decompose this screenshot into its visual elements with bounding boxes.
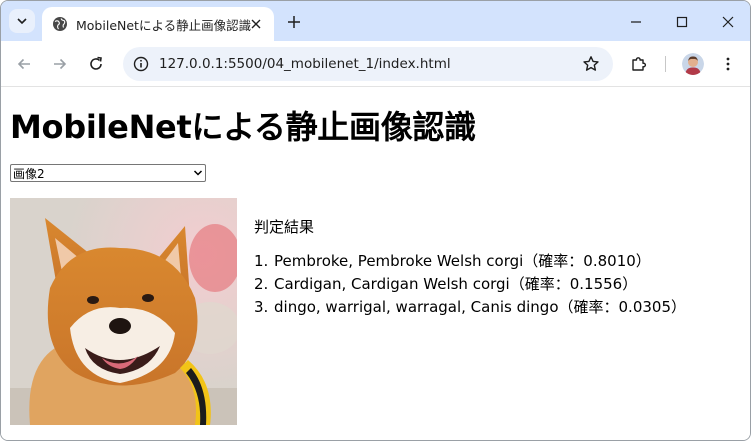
forward-button[interactable]	[48, 52, 72, 76]
back-button[interactable]	[12, 52, 36, 76]
more-vert-icon	[726, 57, 730, 71]
close-icon	[251, 19, 261, 29]
profile-picture	[682, 53, 704, 75]
page-title: MobileNetによる静止画像認識	[10, 108, 476, 146]
avatar[interactable]	[682, 53, 704, 75]
chevron-down-icon	[17, 18, 27, 25]
list-item-text: Pembroke, Pembroke Welsh corgi（確率：0.8010…	[274, 252, 651, 270]
image-select[interactable]: 画像2	[10, 164, 206, 182]
list-item: 2. Cardigan, Cardigan Welsh corgi（確率：0.15…	[254, 273, 734, 296]
new-tab-button[interactable]	[283, 11, 305, 33]
tab-close-button[interactable]	[248, 16, 264, 32]
results-panel: 判定結果 1. Pembroke, Pembroke Welsh corgi（確率…	[254, 216, 734, 319]
toolbar-separator	[665, 56, 666, 72]
tab-active[interactable]: MobileNetによる静止画像認識	[42, 7, 274, 41]
maximize-icon	[676, 16, 688, 28]
list-item-text: Cardigan, Cardigan Welsh corgi（確率：0.1556…	[274, 275, 638, 293]
results-list: 1. Pembroke, Pembroke Welsh corgi（確率：0.80…	[254, 250, 734, 319]
reload-icon	[90, 56, 102, 70]
tab-title: MobileNetによる静止画像認識	[76, 17, 252, 33]
browser-toolbar: 127.0.0.1:5500/04_mobilenet_1/index.html	[1, 41, 750, 87]
list-item-index: 2.	[254, 275, 269, 293]
plus-icon	[288, 16, 300, 28]
list-item: 1. Pembroke, Pembroke Welsh corgi（確率：0.80…	[254, 250, 734, 273]
list-item-index: 1.	[254, 252, 269, 270]
results-heading: 判定結果	[254, 218, 315, 236]
site-info-icon	[133, 56, 149, 72]
bookmark-button[interactable]	[581, 54, 601, 74]
tab-strip: MobileNetによる静止画像認識	[1, 1, 750, 41]
puzzle-icon	[632, 57, 647, 71]
list-item: 3. dingo, warrigal, warragal, Canis dingo…	[254, 296, 734, 319]
window-close-button[interactable]	[715, 9, 741, 35]
browser-window: MobileNetによる静止画像認識 127.0.0.1:5500/04_mob…	[0, 0, 751, 441]
close-icon	[722, 16, 734, 28]
site-info-button[interactable]	[131, 54, 151, 74]
menu-button[interactable]	[716, 52, 740, 76]
maximize-button[interactable]	[669, 9, 695, 35]
back-arrow-icon	[17, 58, 30, 70]
address-bar[interactable]: 127.0.0.1:5500/04_mobilenet_1/index.html	[123, 47, 613, 81]
list-item-text: dingo, warrigal, warragal, Canis dingo（確…	[274, 298, 686, 316]
image-select-value: 画像2	[13, 166, 45, 181]
star-icon	[583, 56, 599, 71]
list-item-index: 3.	[254, 298, 269, 316]
minimize-button[interactable]	[623, 9, 649, 35]
globe-icon	[53, 17, 67, 31]
dog-photo	[10, 198, 237, 425]
address-url[interactable]: 127.0.0.1:5500/04_mobilenet_1/index.html	[159, 56, 451, 72]
extensions-button[interactable]	[627, 52, 651, 76]
forward-arrow-icon	[54, 58, 67, 70]
chevron-down-icon	[193, 170, 203, 176]
tab-search-button[interactable]	[9, 9, 35, 33]
page-content: MobileNetによる静止画像認識 画像2 判定結果 1. Pembroke,…	[1, 88, 750, 440]
minimize-icon	[631, 21, 641, 23]
reload-button[interactable]	[84, 52, 108, 76]
